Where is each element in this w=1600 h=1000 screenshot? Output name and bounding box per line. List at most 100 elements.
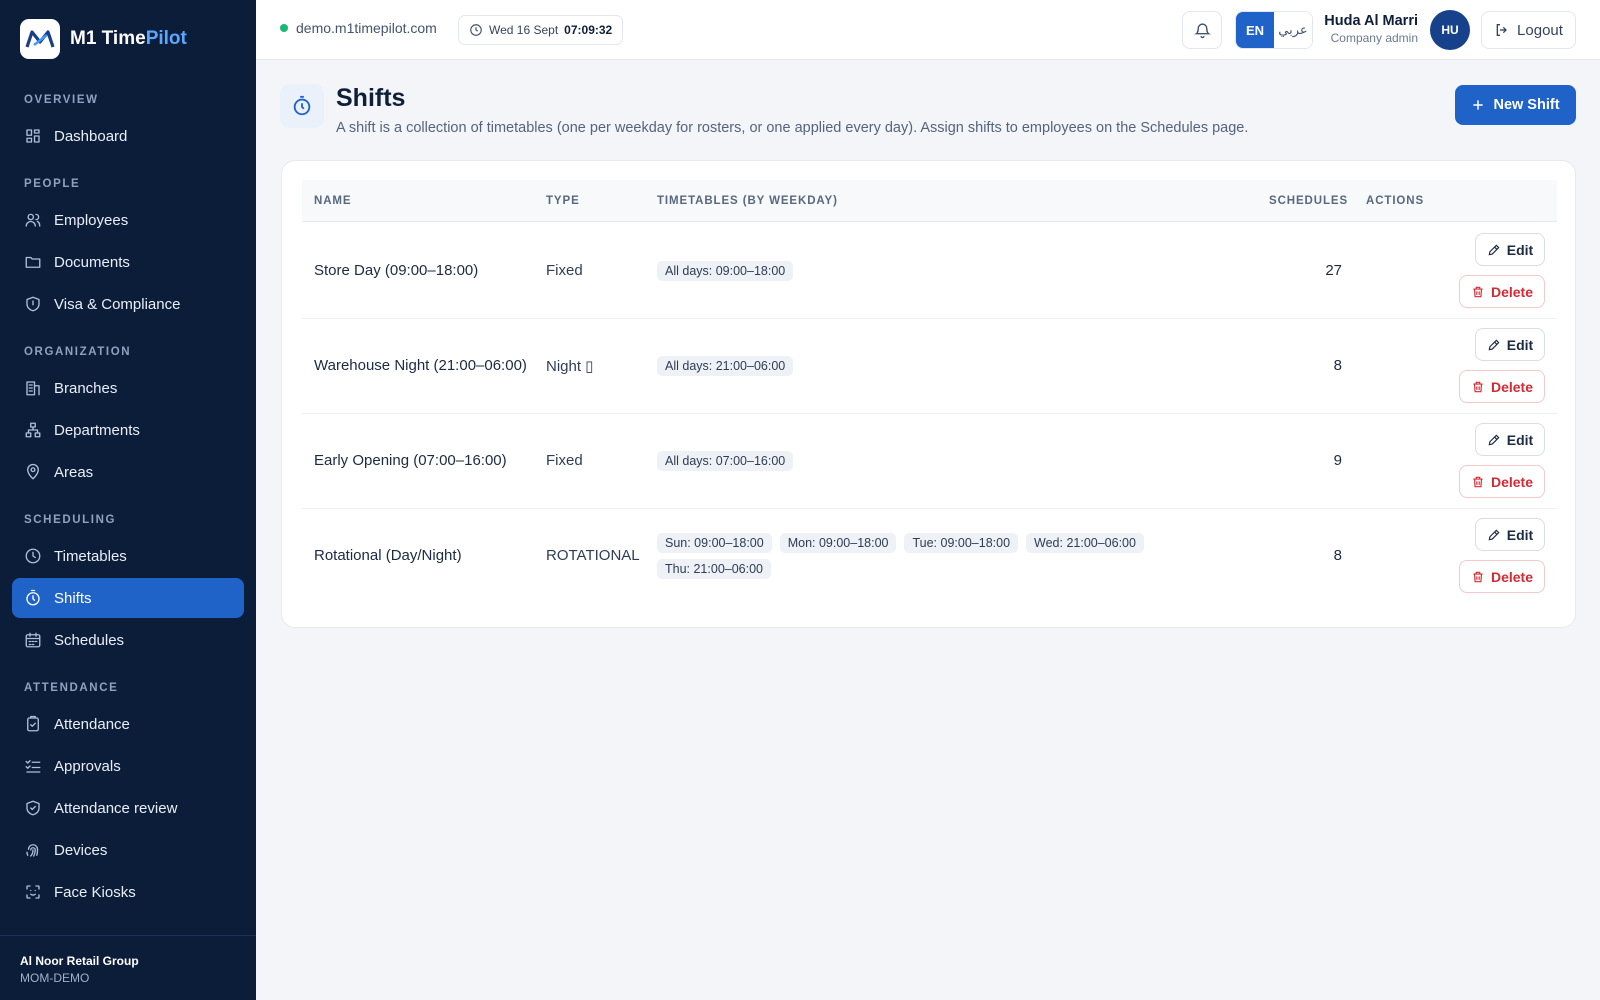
lang-en-button[interactable]: EN [1236,12,1274,48]
edit-button[interactable]: Edit [1475,423,1545,456]
sidebar-item-label: Documents [54,253,130,271]
timetable-chip: Sun: 09:00–18:00 [657,532,772,553]
sidebar-item-label: Attendance review [54,799,178,817]
trash-icon [1473,381,1483,392]
building-icon [24,379,42,397]
user-role: Company admin [1330,31,1418,45]
edit-button[interactable]: Edit [1475,328,1545,361]
trash-icon [1473,476,1483,487]
sidebar-item-label: Approvals [54,757,121,775]
table-row: Early Opening (07:00–16:00) Fixed All da… [302,412,1557,509]
brand[interactable]: M1 TimePilot [20,19,187,59]
timetable-chip: Mon: 09:00–18:00 [779,532,897,553]
sidebar-item-documents[interactable]: Documents [12,242,244,282]
edit-button[interactable]: Edit [1475,233,1545,266]
schedule-count: 9 [1333,452,1342,469]
sidebar-item-timetables[interactable]: Timetables [12,536,244,576]
delete-button[interactable]: Delete [1459,465,1545,498]
header-name[interactable]: NAME [314,195,351,207]
sidebar-item-label: Dashboard [54,127,128,145]
timetable-chip: Tue: 09:00–18:00 [904,532,1019,553]
header-actions: ACTIONS [1366,195,1425,207]
clipboard-check-icon [24,715,42,733]
hierarchy-icon [24,421,42,439]
timetable-chip: All days: 09:00–18:00 [657,260,794,281]
shift-name: Early Opening (07:00–16:00) [314,451,507,469]
current-time: 07:09:32 [564,23,613,37]
timetable-list: All days: 09:00–18:00 [657,222,1177,319]
sidebar-item-approvals[interactable]: Approvals [12,746,244,786]
header-timetables[interactable]: TIMETABLES (BY WEEKDAY) [657,195,838,207]
org-name: Al Noor Retail Group [20,954,139,968]
language-switcher: EN عربي [1235,11,1313,49]
notifications-button[interactable] [1182,11,1222,49]
sidebar-item-employees[interactable]: Employees [12,200,244,240]
delete-button[interactable]: Delete [1459,370,1545,403]
edit-button[interactable]: Edit [1475,518,1545,551]
logout-icon [1496,24,1507,36]
table-header: NAME TYPE TIMETABLES (BY WEEKDAY) SCHEDU… [302,180,1557,222]
clock-icon [470,24,482,36]
shield-icon [24,295,42,313]
new-shift-button[interactable]: New Shift [1455,85,1576,125]
sidebar-item-areas[interactable]: Areas [12,452,244,492]
sidebar-item-label: Departments [54,421,140,439]
timetable-list: All days: 07:00–16:00 [657,412,1177,509]
schedule-count: 27 [1325,262,1342,279]
sidebar-item-devices[interactable]: Devices [12,830,244,870]
logo-icon [20,19,60,59]
date-time-chip: Wed 16 Sept 07:09:32 [458,15,624,45]
sidebar-item-visa-compliance[interactable]: Visa & Compliance [12,284,244,324]
trash-icon [1473,571,1483,582]
shift-type: Fixed [546,452,583,469]
sidebar-item-face-kiosks[interactable]: Face Kiosks [12,872,244,912]
logout-button[interactable]: Logout [1481,11,1576,49]
header-type[interactable]: TYPE [546,195,580,207]
nav-section-title: ORGANIZATION [24,346,132,358]
schedule-count: 8 [1333,547,1342,564]
pencil-icon [1488,529,1500,540]
sidebar-item-attendance[interactable]: Attendance [12,704,244,744]
timetable-chip: All days: 07:00–16:00 [657,450,794,471]
sidebar: M1 TimePilot OVERVIEW Dashboard PEOPLE E… [0,0,256,1000]
sidebar-item-label: Visa & Compliance [54,295,181,313]
shifts-table-card: NAME TYPE TIMETABLES (BY WEEKDAY) SCHEDU… [281,160,1576,628]
nav-section-title: SCHEDULING [24,514,117,526]
shield-check-icon [24,799,42,817]
delete-label: Delete [1490,568,1534,585]
host-indicator: demo.m1timepilot.com [280,20,437,36]
sidebar-item-label: Face Kiosks [54,883,136,901]
calendar-icon [24,631,42,649]
avatar[interactable]: HU [1430,10,1470,50]
schedule-count: 8 [1333,357,1342,374]
edit-label: Edit [1506,241,1534,258]
user-info[interactable]: Huda Al Marri Company admin [1324,13,1418,45]
header-schedules[interactable]: SCHEDULES [1269,195,1348,207]
pencil-icon [1488,434,1500,445]
delete-button[interactable]: Delete [1459,275,1545,308]
trash-icon [1473,286,1483,297]
pencil-icon [1488,339,1500,350]
organization-info[interactable]: Al Noor Retail Group MOM-DEMO [0,935,256,1000]
sidebar-item-label: Employees [54,211,129,229]
sidebar-item-schedules[interactable]: Schedules [12,620,244,660]
nav-section-title: OVERVIEW [24,94,99,106]
lang-ar-button[interactable]: عربي [1274,12,1312,48]
sidebar-item-label: Branches [54,379,118,397]
delete-button[interactable]: Delete [1459,560,1545,593]
edit-label: Edit [1506,336,1534,353]
sidebar-item-departments[interactable]: Departments [12,410,244,450]
page-subtitle: A shift is a collection of timetables (o… [336,120,1249,136]
shift-name: Store Day (09:00–18:00) [314,261,479,279]
new-shift-label: New Shift [1493,97,1560,113]
map-pin-icon [24,463,42,481]
current-date: Wed 16 Sept [489,23,559,37]
sidebar-item-shifts[interactable]: Shifts [12,578,244,618]
sidebar-item-dashboard[interactable]: Dashboard [12,116,244,156]
sidebar-item-attendance-review[interactable]: Attendance review [12,788,244,828]
delete-label: Delete [1490,378,1534,395]
sidebar-item-branches[interactable]: Branches [12,368,244,408]
sidebar-item-label: Devices [54,841,108,859]
page-title: Shifts [336,84,406,112]
shift-type: ROTATIONAL [546,547,640,564]
